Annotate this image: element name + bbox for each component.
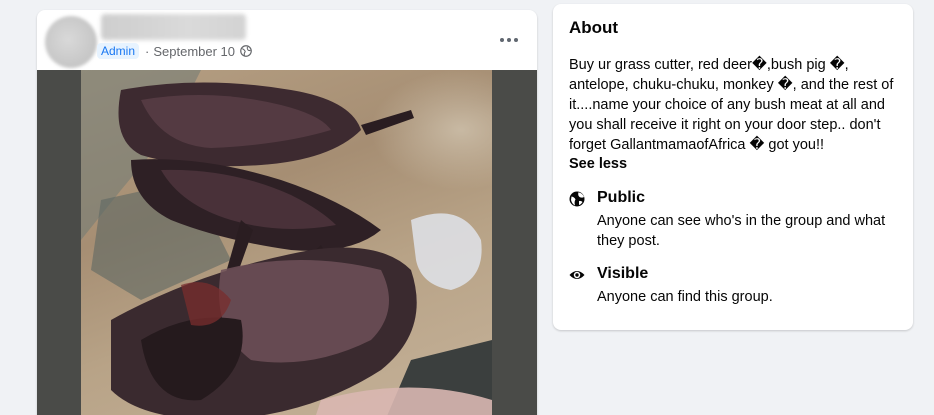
eye-icon — [569, 267, 585, 283]
privacy-title: Public — [597, 189, 646, 206]
post-meta: Admin · September 10 — [97, 43, 252, 59]
post-photo-illustration — [81, 70, 492, 415]
post-header: Admin · September 10 — [37, 10, 537, 70]
globe-icon — [240, 45, 252, 57]
more-options-icon[interactable] — [495, 30, 523, 50]
see-less-link[interactable]: See less — [569, 156, 627, 172]
post-date[interactable]: September 10 — [153, 44, 235, 59]
visibility-description: Anyone can find this group. — [597, 289, 773, 305]
post-card: Admin · September 10 — [37, 10, 537, 415]
avatar[interactable] — [45, 16, 97, 68]
about-card: About Buy ur grass cutter, red deer�,bus… — [553, 4, 913, 330]
globe-icon — [569, 191, 585, 207]
about-description: Buy ur grass cutter, red deer�,bush pig … — [569, 57, 894, 153]
about-title: About — [569, 18, 619, 37]
visibility-title: Visible — [597, 265, 649, 282]
post-photo[interactable] — [81, 70, 492, 415]
privacy-description: Anyone can see who's in the group and wh… — [597, 213, 886, 249]
post-media[interactable] — [37, 70, 537, 415]
author-name-redacted[interactable] — [101, 14, 246, 40]
meta-separator: · — [145, 43, 150, 59]
admin-badge: Admin — [97, 43, 140, 59]
